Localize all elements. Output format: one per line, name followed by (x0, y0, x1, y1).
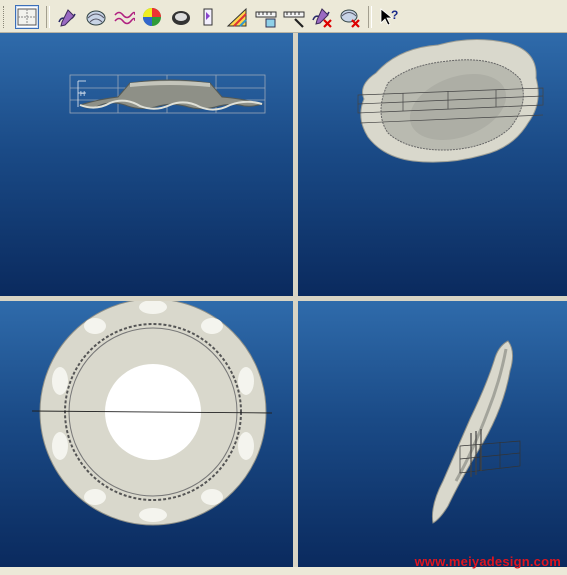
watermark-text: www.meiyadesign.com (414, 554, 561, 569)
ruler-measure-icon (255, 11, 277, 28)
surface-delete-icon (340, 9, 360, 28)
viewport-splitter-horizontal[interactable] (0, 296, 567, 301)
zebra-triangle-icon (226, 7, 247, 27)
ruler-cut-icon (283, 11, 305, 28)
right-view-model (432, 340, 521, 524)
surface-shade-icon (86, 10, 106, 26)
view-layout-button[interactable] (15, 5, 39, 29)
curve-delete-button[interactable] (310, 5, 334, 29)
ruler-cut-button[interactable] (282, 5, 306, 29)
surface-shade-button[interactable] (84, 5, 108, 29)
render-disc-icon (172, 11, 190, 25)
zebra-triangle-button[interactable] (225, 5, 249, 29)
surface-delete-button[interactable] (338, 5, 362, 29)
front-view-model: H (69, 74, 266, 114)
top-view[interactable] (0, 301, 293, 567)
toolbar-separator (46, 6, 50, 28)
wave-curve-icon (114, 11, 135, 25)
right-view[interactable] (298, 301, 567, 567)
ruler-measure-button[interactable] (254, 5, 278, 29)
color-map-icon (143, 8, 161, 26)
wave-curve-button[interactable] (112, 5, 136, 29)
render-disc-button[interactable] (169, 5, 193, 29)
draft-analysis-button[interactable] (197, 5, 221, 29)
front-view[interactable]: H (0, 33, 293, 296)
toolbar: ? (0, 0, 567, 33)
perspective-view-model (357, 38, 544, 163)
curve-delete-icon (312, 8, 332, 28)
draft-analysis-icon (203, 8, 213, 26)
top-view-model (31, 301, 273, 526)
context-help-icon: ? (380, 8, 398, 26)
toolbar-grip[interactable] (3, 6, 7, 28)
perspective-view[interactable] (298, 33, 567, 296)
curve-pen-button[interactable] (55, 5, 79, 29)
color-map-button[interactable] (140, 5, 164, 29)
svg-text:?: ? (391, 8, 398, 22)
context-help-button[interactable]: ? (377, 5, 401, 29)
toolbar-separator (368, 6, 372, 28)
dimension-label: H (80, 91, 85, 98)
view-layout-icon (17, 8, 37, 26)
curve-pen-icon (58, 9, 76, 27)
